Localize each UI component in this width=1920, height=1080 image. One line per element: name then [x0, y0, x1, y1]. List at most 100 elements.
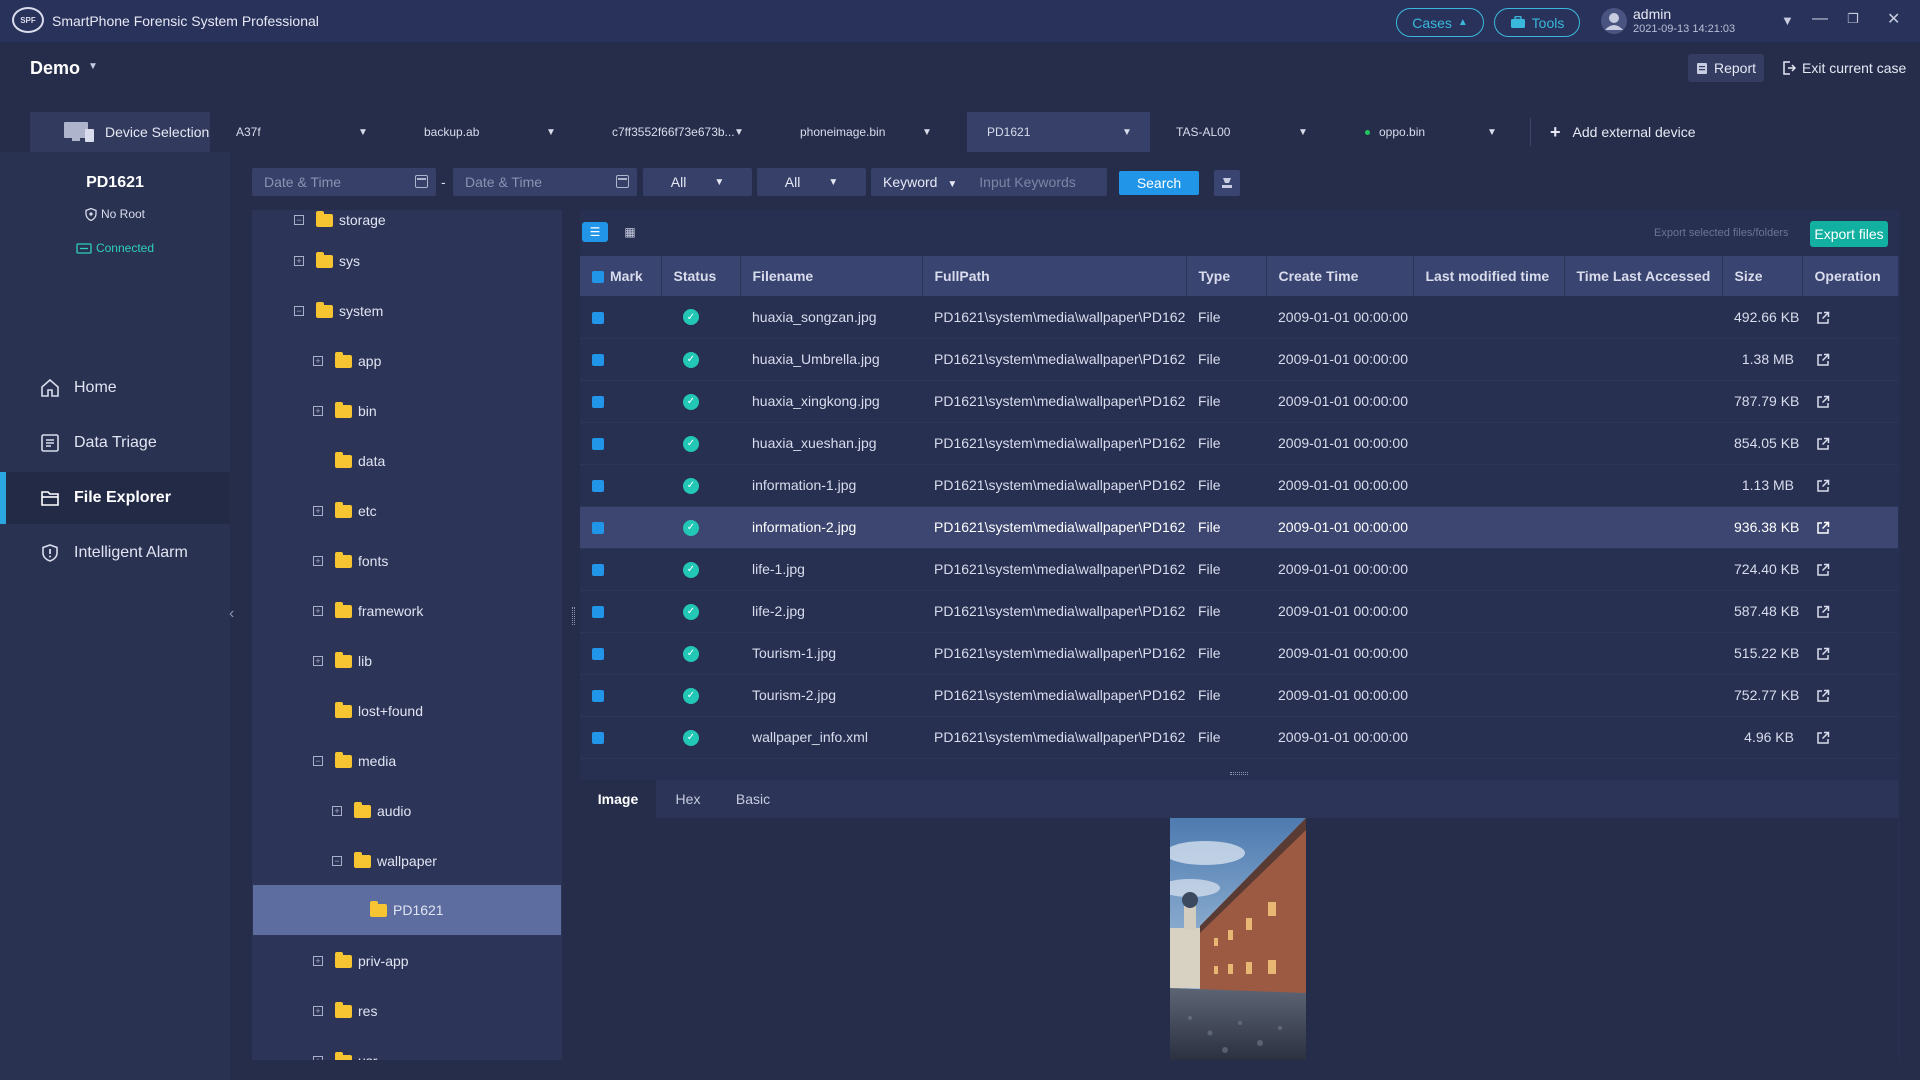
collapse-toggle-icon[interactable]: − — [313, 756, 323, 766]
collapse-toggle-icon[interactable]: − — [294, 215, 304, 225]
row-checkbox[interactable] — [592, 522, 604, 535]
expand-toggle-icon[interactable]: + — [332, 806, 342, 816]
column-header-mark[interactable]: Mark — [580, 256, 662, 296]
chevron-down-icon[interactable]: ▼ — [546, 127, 574, 138]
open-external-icon[interactable] — [1816, 689, 1830, 703]
expand-toggle-icon[interactable]: + — [313, 506, 323, 516]
open-external-icon[interactable] — [1816, 731, 1830, 745]
tree-node[interactable]: + bin — [252, 389, 562, 433]
chevron-down-icon[interactable]: ▼ — [1122, 127, 1150, 138]
tree-node[interactable]: + lib — [252, 639, 562, 683]
table-row[interactable]: ✓ information-1.jpg PD1621\system\media\… — [580, 464, 1898, 507]
report-button[interactable]: Report — [1688, 54, 1764, 82]
row-checkbox[interactable] — [592, 480, 604, 493]
grid-view-icon[interactable]: ▦ — [617, 222, 643, 242]
expand-toggle-icon[interactable]: + — [313, 1006, 323, 1016]
export-selected-link[interactable]: Export selected files/folders — [1654, 227, 1789, 239]
case-name[interactable]: Demo — [30, 58, 80, 79]
open-external-icon[interactable] — [1816, 563, 1830, 577]
expand-toggle-icon[interactable]: + — [313, 956, 323, 966]
tree-node[interactable]: − system — [252, 289, 562, 333]
keyword-mode-select[interactable]: Keyword ▼ — [883, 174, 957, 190]
avatar-icon[interactable] — [1600, 7, 1628, 35]
row-checkbox[interactable] — [592, 312, 604, 325]
expand-toggle-icon[interactable]: + — [313, 1056, 323, 1060]
case-dropdown-icon[interactable]: ▼ — [88, 61, 98, 72]
row-checkbox[interactable] — [592, 396, 604, 409]
row-checkbox[interactable] — [592, 564, 604, 577]
collapse-toggle-icon[interactable]: − — [294, 306, 304, 316]
device-tab-oppo[interactable]: oppo.bin ▼ — [1345, 112, 1515, 152]
tree-resize-handle[interactable] — [572, 607, 575, 625]
row-checkbox[interactable] — [592, 648, 604, 661]
device-tab-backup[interactable]: backup.ab ▼ — [404, 112, 574, 152]
tree-node[interactable]: + res — [252, 989, 562, 1033]
export-files-button[interactable]: Export files — [1810, 221, 1888, 247]
nav-intelligent-alarm[interactable]: Intelligent Alarm — [0, 527, 230, 579]
table-row[interactable]: ✓ Tourism-1.jpg PD1621\system\media\wall… — [580, 632, 1898, 675]
table-row[interactable]: ✓ wallpaper_info.xml PD1621\system\media… — [580, 716, 1898, 759]
cases-button[interactable]: Cases ▲ — [1396, 8, 1484, 37]
tree-node[interactable]: + etc — [252, 489, 562, 533]
column-header-accessed-time[interactable]: Time Last Accessed — [1564, 256, 1723, 296]
table-row-selected[interactable]: ✓ information-2.jpg PD1621\system\media\… — [580, 506, 1898, 549]
open-external-icon[interactable] — [1816, 437, 1830, 451]
row-checkbox[interactable] — [592, 690, 604, 703]
expand-toggle-icon[interactable]: + — [313, 656, 323, 666]
nav-data-triage[interactable]: Data Triage — [0, 417, 230, 469]
tab-image[interactable]: Image — [580, 780, 656, 818]
tree-node[interactable]: lost+found — [252, 689, 562, 733]
table-row[interactable]: ✓ huaxia_xueshan.jpg PD1621\system\media… — [580, 422, 1898, 465]
nav-file-explorer[interactable]: File Explorer — [0, 472, 230, 524]
calendar-icon[interactable] — [616, 175, 629, 188]
open-external-icon[interactable] — [1816, 311, 1830, 325]
expand-toggle-icon[interactable]: + — [313, 606, 323, 616]
clear-filter-button[interactable] — [1214, 170, 1240, 196]
tools-button[interactable]: Tools — [1494, 8, 1580, 37]
tree-node[interactable]: + fonts — [252, 539, 562, 583]
restore-icon[interactable]: ❐ — [1847, 11, 1859, 27]
add-external-device-button[interactable]: + Add external device — [1550, 112, 1695, 152]
column-header-status[interactable]: Status — [661, 256, 741, 296]
table-row[interactable]: ✓ life-2.jpg PD1621\system\media\wallpap… — [580, 590, 1898, 633]
tree-node[interactable]: − storage — [252, 210, 562, 242]
table-row[interactable]: ✓ Tourism-2.jpg PD1621\system\media\wall… — [580, 674, 1898, 717]
collapse-sidebar-icon[interactable]: ‹ — [229, 605, 234, 623]
chevron-down-icon[interactable]: ▼ — [734, 127, 762, 138]
select-all-checkbox[interactable] — [592, 271, 604, 284]
row-checkbox[interactable] — [592, 606, 604, 619]
row-checkbox[interactable] — [592, 438, 604, 451]
tab-basic[interactable]: Basic — [720, 780, 786, 818]
device-tab-c7ff[interactable]: c7ff3552f66f73e673b... ▼ — [592, 112, 762, 152]
table-row[interactable]: ✓ huaxia_Umbrella.jpg PD1621\system\medi… — [580, 338, 1898, 381]
type-filter-select[interactable]: All ▼ — [643, 168, 752, 196]
status-filter-select[interactable]: All ▼ — [757, 168, 866, 196]
open-external-icon[interactable] — [1816, 647, 1830, 661]
open-external-icon[interactable] — [1816, 605, 1830, 619]
tree-node[interactable]: − media — [252, 739, 562, 783]
expand-toggle-icon[interactable]: + — [313, 356, 323, 366]
row-checkbox[interactable] — [592, 354, 604, 367]
tree-node[interactable]: + audio — [252, 789, 562, 833]
tab-hex[interactable]: Hex — [656, 780, 720, 818]
collapse-toggle-icon[interactable]: − — [332, 856, 342, 866]
tree-node-selected[interactable]: PD1621 — [253, 885, 561, 935]
column-header-type[interactable]: Type — [1186, 256, 1267, 296]
open-external-icon[interactable] — [1816, 521, 1830, 535]
device-tab-a37f[interactable]: A37f ▼ — [216, 112, 386, 152]
end-date-input[interactable]: Date & Time — [453, 168, 637, 196]
row-checkbox[interactable] — [592, 732, 604, 745]
open-external-icon[interactable] — [1816, 353, 1830, 367]
close-icon[interactable]: ✕ — [1887, 9, 1900, 29]
expand-toggle-icon[interactable]: + — [294, 256, 304, 266]
open-external-icon[interactable] — [1816, 479, 1830, 493]
chevron-down-icon[interactable]: ▼ — [922, 127, 950, 138]
device-tab-phoneimage[interactable]: phoneimage.bin ▼ — [780, 112, 950, 152]
keyword-input[interactable]: Input Keywords — [979, 174, 1076, 190]
list-view-icon[interactable]: ☰ — [582, 222, 608, 242]
search-button[interactable]: Search — [1119, 171, 1199, 195]
tree-node[interactable]: + usr — [252, 1039, 562, 1060]
table-row[interactable]: ✓ huaxia_xingkong.jpg PD1621\system\medi… — [580, 380, 1898, 423]
column-header-size[interactable]: Size — [1722, 256, 1803, 296]
column-header-filename[interactable]: Filename — [740, 256, 923, 296]
